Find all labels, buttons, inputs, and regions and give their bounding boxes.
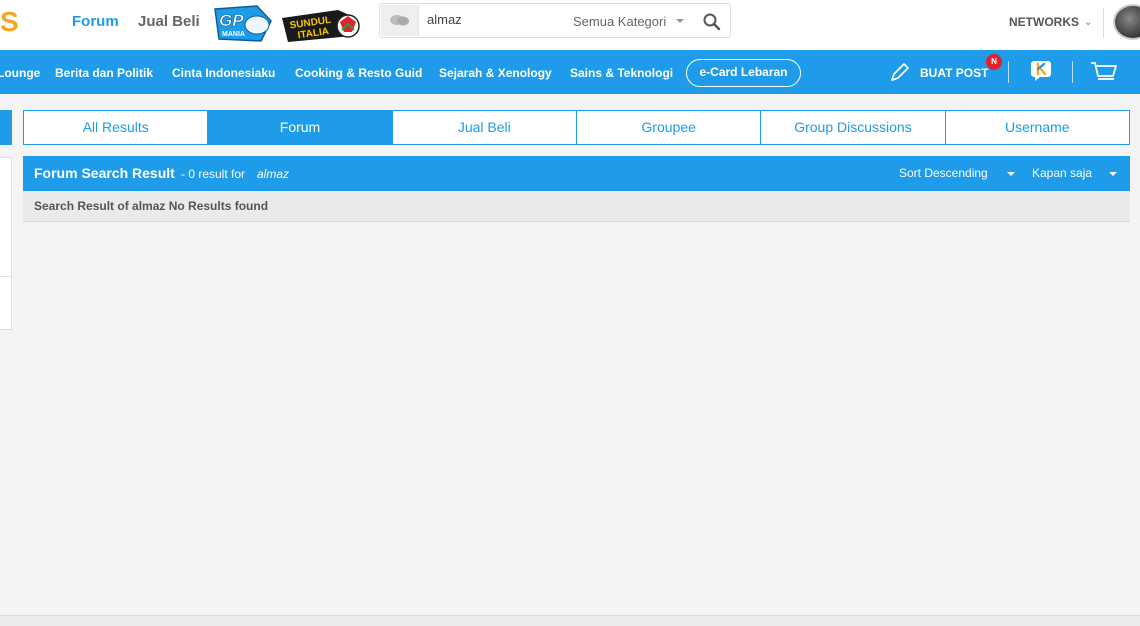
tab-groupee[interactable]: Groupee [575,111,760,144]
category-lounge[interactable]: Lounge [0,66,40,80]
divider [1008,61,1009,83]
gp-badge-text: GP [219,11,244,30]
search-input[interactable] [427,12,567,27]
search-term: almaz [257,167,290,181]
site-logo[interactable]: S [0,8,19,36]
avatar[interactable] [1113,4,1140,40]
gp-mania-badge[interactable]: GP MANIA [209,3,277,45]
nav-jual-beli[interactable]: Jual Beli [138,13,200,30]
footer-divider [0,615,1140,626]
no-results-text: Search Result of almaz No Results found [34,199,269,213]
chevron-down-icon [676,19,684,23]
cart-icon[interactable] [1090,61,1118,83]
sort-dropdown[interactable]: Sort Descending [899,166,988,180]
chevron-down-icon [1109,172,1117,176]
gp-badge-subtext: MANIA [222,31,245,38]
category-sejarah-xenology[interactable]: Sejarah & Xenology [439,66,552,80]
results-title: Forum Search Result [34,165,175,181]
sundul-italia-badge[interactable]: SUNDUL ITALIA [278,4,362,44]
buat-post-button[interactable]: BUAT POST [920,66,988,80]
results-count: - 0 result for [181,167,246,181]
nav-forum[interactable]: Forum [72,13,119,30]
search-icon[interactable] [702,12,722,32]
tab-username[interactable]: Username [944,111,1129,144]
chevron-down-icon [1007,172,1015,176]
chevron-down-icon: ⌄ [1084,17,1093,28]
category-berita-dan-politik[interactable]: Berita dan Politik [55,66,153,80]
tab-all-results[interactable]: All Results [24,111,207,144]
no-results-message: Search Result of almaz No Results found [23,191,1130,222]
search-category-select[interactable]: Semua Kategori [573,14,666,29]
time-filter-dropdown[interactable]: Kapan saja [1032,166,1092,180]
results-header: Forum Search Result - 0 result for almaz… [23,156,1130,191]
category-sains-teknologi[interactable]: Sains & Teknologi [570,66,673,80]
search-box: Semua Kategori [379,3,731,38]
category-cooking-resto[interactable]: Cooking & Resto Guid [295,66,422,80]
tab-group-discussions[interactable]: Group Discussions [760,111,944,144]
result-tabs: All Results Forum Jual Beli Groupee Grou… [23,110,1130,145]
pencil-icon [891,63,909,81]
divider [1103,8,1104,38]
chat-bubbles-icon [390,15,409,26]
category-cinta-indonesiaku[interactable]: Cinta Indonesiaku [172,66,275,80]
kaskus-chat-icon[interactable] [1030,59,1052,83]
networks-menu[interactable]: NETWORKS [1009,15,1079,29]
divider [0,276,11,277]
tab-forum[interactable]: Forum [207,111,392,144]
ecard-lebaran-button[interactable]: e-Card Lebaran [686,59,801,87]
sidebar-tab[interactable] [0,110,12,145]
notification-badge: N [986,54,1002,70]
tab-jual-beli[interactable]: Jual Beli [391,111,576,144]
category-bar: Lounge Berita dan Politik Cinta Indonesi… [0,50,1140,94]
divider [1072,61,1073,83]
top-header: S Forum Jual Beli GP MANIA SUNDUL ITALIA… [0,0,1140,50]
search-toggle-button[interactable] [381,5,419,36]
sidebar-panel [0,157,12,330]
